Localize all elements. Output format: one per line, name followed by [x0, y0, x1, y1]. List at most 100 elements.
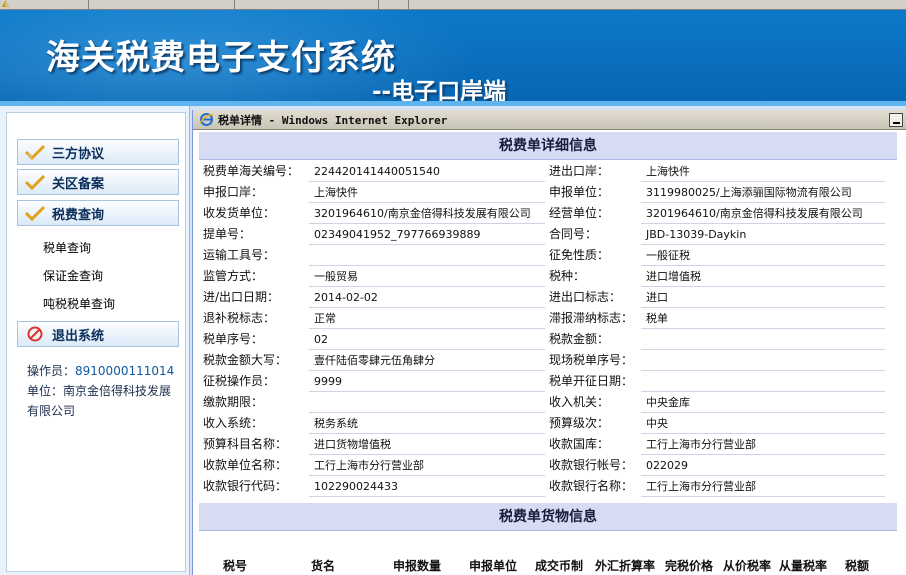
detail-row: 税款金额大写： 壹仟陆佰零肆元伍角肆分 现场税单序号： — [199, 350, 897, 371]
window-content: 税费单详细信息 税费单海关编号： 224420141440051540 进出口岸： 上… — [193, 130, 906, 575]
toolbar-divider — [408, 0, 409, 10]
submenu-deposit-query[interactable]: 保证金查询 — [43, 267, 103, 284]
submenu-tonnage-tax-query[interactable]: 吨税税单查询 — [43, 295, 115, 312]
field-label: 收入系统： — [203, 416, 264, 430]
field-value: 工行上海市分行营业部 — [309, 457, 545, 476]
field-label: 合同号： — [549, 227, 598, 241]
field-label: 现场税单序号： — [549, 353, 634, 367]
field-label: 收款银行名称： — [549, 479, 634, 493]
field-label: 申报口岸： — [203, 185, 264, 199]
detail-row: 运输工具号： 征免性质： 一般征税 — [199, 245, 897, 266]
field-value: 进口增值税 — [641, 268, 885, 287]
goods-column-header: 从量税率 — [779, 559, 828, 573]
field-value: 3201964610/南京金倍得科技发展有限公司 — [641, 205, 885, 224]
sidebar: 三方协议 关区备案 税费查询 税单查询 保证金查询 吨税税单查询 退出系统 操作… — [0, 106, 190, 575]
detail-row: 收发货单位： 3201964610/南京金倍得科技发展有限公司 经营单位： 32019… — [199, 203, 897, 224]
detail-row: 收款银行代码： 102290024433 收款银行名称： 工行上海市分行营业部 — [199, 476, 897, 497]
detail-row: 进/出口日期： 2014-02-02 进出口标志： 进口 — [199, 287, 897, 308]
menu-customs-record[interactable]: 关区备案 — [17, 169, 179, 195]
goods-section-title: 税费单货物信息 — [199, 503, 897, 531]
detail-row: 退补税标志： 正常 滞报滞纳标志： 税单 — [199, 308, 897, 329]
field-label: 收款单位名称： — [203, 458, 288, 472]
field-label: 税种： — [549, 269, 586, 283]
submenu-tax-bill-query[interactable]: 税单查询 — [43, 239, 91, 256]
operator-info: 操作员：8910000111014 单位：南京金倍得科技发展有限公司 — [27, 361, 177, 421]
field-value: 一般征税 — [641, 247, 885, 266]
detail-row: 税费单海关编号： 224420141440051540 进出口岸： 上海快件 — [199, 161, 897, 182]
field-value: 一般贸易 — [309, 268, 545, 287]
field-value: 9999 — [309, 373, 545, 392]
goods-column-header: 申报单位 — [469, 559, 518, 573]
field-value: 3119980025/上海添骊国际物流有限公司 — [641, 184, 885, 203]
menu-label: 三方协议 — [52, 146, 105, 162]
detail-row: 提单号： 02349041952_797766939889 合同号： JBD-1303… — [199, 224, 897, 245]
field-value: 3201964610/南京金倍得科技发展有限公司 — [309, 205, 545, 224]
window-titlebar[interactable]: 税单详情 - Windows Internet Explorer — [193, 110, 906, 130]
unit-label: 单位： — [27, 384, 64, 398]
check-icon — [24, 204, 46, 222]
app-title: 海关税费电子支付系统 — [46, 38, 396, 78]
field-value: 中央 — [641, 415, 885, 434]
field-value: 税务系统 — [309, 415, 545, 434]
detail-row: 缴款期限： 收入机关： 中央金库 — [199, 392, 897, 413]
field-label: 预算科目名称： — [203, 437, 288, 451]
menu-tripartite-agreement[interactable]: 三方协议 — [17, 139, 179, 165]
detail-row: 预算科目名称： 进口货物增值税 收款国库： 工行上海市分行营业部 — [199, 434, 897, 455]
field-label: 进出口标志： — [549, 290, 622, 304]
field-label: 预算级次： — [549, 416, 610, 430]
field-label: 进出口岸： — [549, 164, 610, 178]
field-label: 提单号： — [203, 227, 252, 241]
field-label: 缴款期限： — [203, 395, 264, 409]
field-label: 税款金额大写： — [203, 353, 288, 367]
field-label: 收发货单位： — [203, 206, 276, 220]
field-label: 收款银行代码： — [203, 479, 288, 493]
header-banner: 海关税费电子支付系统 --电子口岸端 — [0, 10, 906, 106]
minimize-button[interactable] — [889, 113, 903, 127]
field-value: 102290024433 — [309, 478, 545, 497]
field-label: 征免性质： — [549, 248, 610, 262]
field-value: JBD-13039-Daykin — [641, 226, 885, 245]
field-label: 收入机关： — [549, 395, 610, 409]
goods-column-header: 完税价格 — [665, 559, 714, 573]
toolbar-divider — [88, 0, 89, 10]
field-value — [641, 373, 885, 392]
goods-column-header: 税额 — [845, 559, 870, 573]
goods-column-header: 从价税率 — [723, 559, 772, 573]
field-label: 收款国库： — [549, 437, 610, 451]
field-label: 进/出口日期： — [203, 290, 280, 304]
toolbar-divider — [378, 0, 379, 10]
goods-column-header: 外汇折算率 — [595, 559, 656, 573]
field-value: 02 — [309, 331, 545, 350]
field-value — [641, 331, 885, 350]
field-value: 上海快件 — [641, 163, 885, 182]
menu-label: 税费查询 — [52, 207, 105, 223]
field-value: 022029 — [641, 457, 885, 476]
detail-row: 税单序号： 02 税款金额： — [199, 329, 897, 350]
check-icon — [24, 173, 46, 191]
goods-table-header: 税号 货名 申报数量 申报单位 成交币制 外汇折算率 完税价格 从价税率 从量税率 税额 — [199, 554, 897, 574]
goods-column-header: 税号 — [223, 559, 248, 573]
exit-icon — [24, 325, 46, 343]
window-title: 税单详情 - Windows Internet Explorer — [218, 113, 448, 127]
field-label: 监管方式： — [203, 269, 264, 283]
menu-tax-query[interactable]: 税费查询 — [17, 200, 179, 226]
detail-section-title: 税费单详细信息 — [199, 132, 897, 160]
top-toolbar-strip: ◭ — [0, 0, 906, 10]
minimize-icon — [892, 122, 900, 124]
field-value: 壹仟陆佰零肆元伍角肆分 — [309, 352, 545, 371]
field-label: 征税操作员： — [203, 374, 276, 388]
field-value: 进口货物增值税 — [309, 436, 545, 455]
logout-button[interactable]: 退出系统 — [17, 321, 179, 347]
field-value: 工行上海市分行营业部 — [641, 478, 885, 497]
field-label: 运输工具号： — [203, 248, 276, 262]
detail-row: 征税操作员： 9999 税单开征日期： — [199, 371, 897, 392]
field-value: 正常 — [309, 310, 545, 329]
detail-row: 收入系统： 税务系统 预算级次： 中央 — [199, 413, 897, 434]
field-value: 进口 — [641, 289, 885, 308]
ie-icon — [199, 112, 214, 127]
field-label: 税费单海关编号： — [203, 164, 300, 178]
logout-label: 退出系统 — [52, 328, 105, 344]
field-value: 税单 — [641, 310, 885, 329]
field-value: 02349041952_797766939889 — [309, 226, 545, 245]
goods-column-header: 申报数量 — [393, 559, 442, 573]
